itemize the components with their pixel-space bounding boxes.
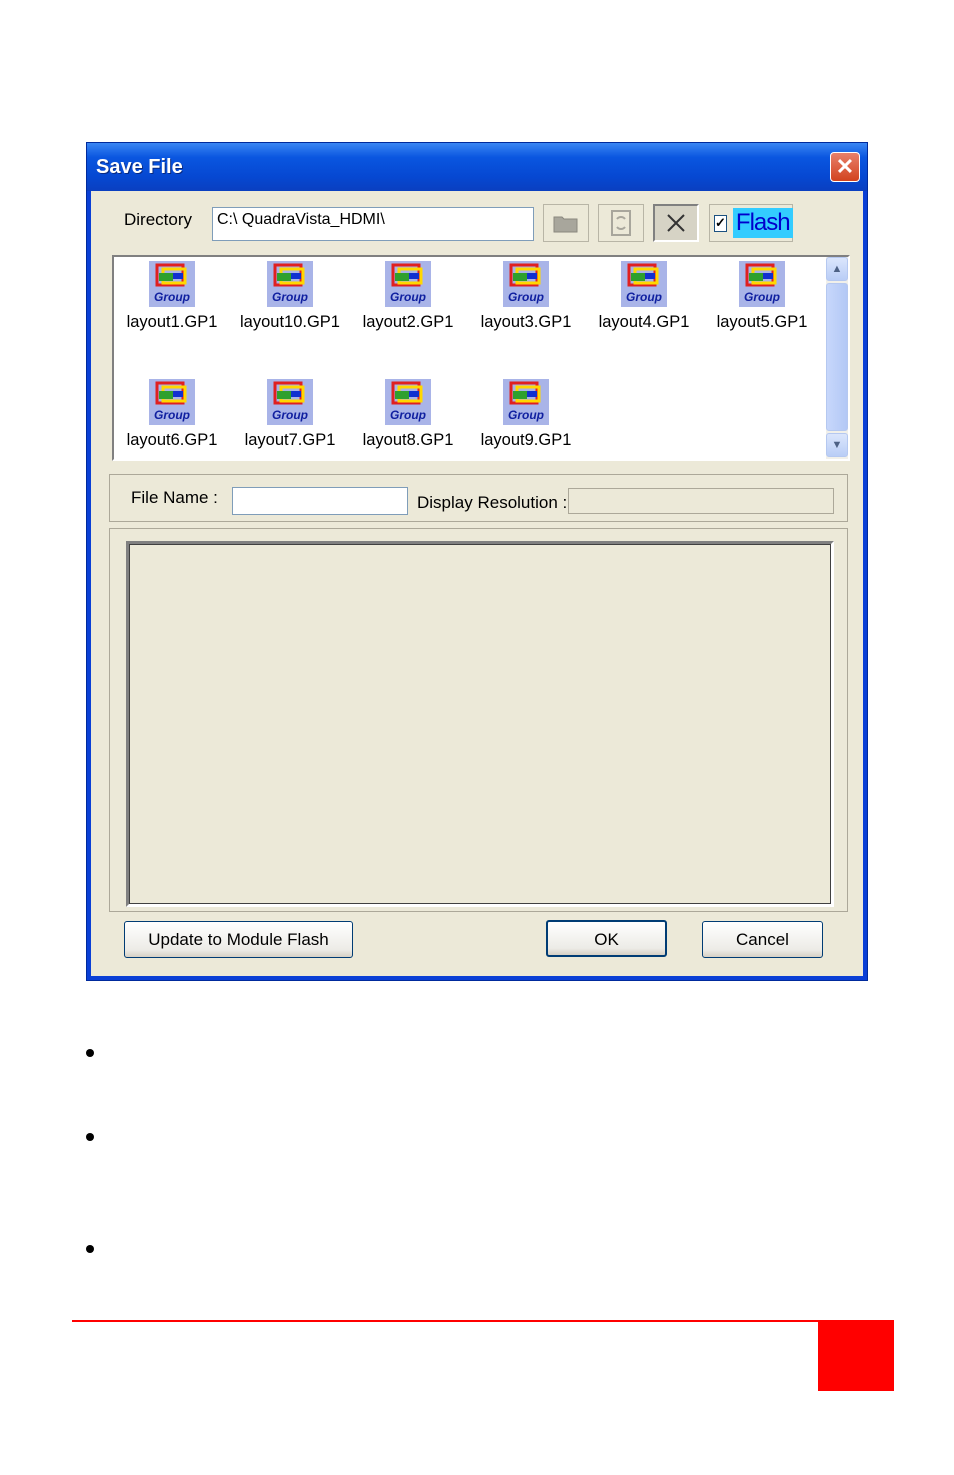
group-file-icon: Group — [385, 261, 431, 307]
dialog-title: Save File — [96, 156, 183, 178]
icon-caption: Group — [154, 290, 190, 304]
display-resolution-label: Display Resolution : — [417, 493, 568, 512]
file-name: layout3.GP1 — [480, 313, 572, 331]
icon-caption: Group — [508, 290, 544, 304]
group-file-icon: Group — [149, 379, 195, 425]
group-file-icon: Group — [149, 261, 195, 307]
file-name-label: File Name : — [131, 488, 218, 507]
file-item[interactable]: Group layout1.GP1 — [117, 261, 227, 332]
group-file-icon: Group — [267, 379, 313, 425]
cancel-button[interactable]: Cancel — [702, 921, 823, 958]
file-name: layout2.GP1 — [362, 313, 454, 331]
vertical-scrollbar[interactable]: ▲ ▼ — [826, 257, 848, 459]
page-number-box — [818, 1321, 894, 1391]
scroll-up-button[interactable]: ▲ — [826, 257, 848, 281]
icon-caption: Group — [272, 290, 308, 304]
bullet-point — [86, 1049, 94, 1057]
file-item[interactable]: Group layout7.GP1 — [235, 379, 345, 450]
ok-button[interactable]: OK — [546, 920, 667, 957]
close-button[interactable]: ✕ — [830, 152, 860, 182]
update-module-flash-button[interactable]: Update to Module Flash — [124, 921, 353, 958]
group-file-icon: Group — [267, 261, 313, 307]
file-name: layout10.GP1 — [240, 313, 340, 331]
file-name: layout5.GP1 — [716, 313, 808, 331]
group-file-icon: Group — [739, 261, 785, 307]
display-resolution-field — [568, 488, 834, 514]
directory-field[interactable]: C:\ QuadraVista_HDMI\ — [212, 207, 534, 241]
bullet-point — [86, 1245, 94, 1253]
save-file-dialog: Save File ✕ Directory C:\ QuadraVista_HD… — [86, 142, 868, 981]
group-file-icon: Group — [385, 379, 431, 425]
directory-label: Directory — [124, 210, 193, 229]
folder-icon — [553, 216, 578, 233]
scroll-down-button[interactable]: ▼ — [826, 433, 848, 457]
icon-caption: Group — [154, 408, 190, 422]
bullet-point — [86, 1133, 94, 1141]
close-x-icon — [667, 214, 685, 232]
file-name: layout9.GP1 — [480, 431, 572, 449]
group-file-icon: Group — [503, 261, 549, 307]
footer-rule — [72, 1320, 894, 1322]
refresh-button[interactable] — [598, 204, 644, 242]
icon-caption: Group — [744, 290, 780, 304]
group-file-icon: Group — [621, 261, 667, 307]
preview-area — [126, 541, 834, 907]
dialog-body: Directory C:\ QuadraVista_HDMI\ ✓ Flash … — [91, 191, 863, 976]
icon-caption: Group — [508, 408, 544, 422]
file-item[interactable]: Group layout10.GP1 — [235, 261, 345, 332]
title-bar[interactable]: Save File ✕ — [87, 143, 867, 191]
file-item[interactable]: Group layout9.GP1 — [471, 379, 581, 450]
file-name-input[interactable] — [232, 487, 408, 515]
file-name: layout4.GP1 — [598, 313, 690, 331]
file-name: layout8.GP1 — [362, 431, 454, 449]
file-name: layout1.GP1 — [126, 313, 218, 331]
flash-checkbox[interactable]: ✓ Flash — [709, 204, 793, 242]
file-item[interactable]: Group layout4.GP1 — [589, 261, 699, 332]
file-item[interactable]: Group layout8.GP1 — [353, 379, 463, 450]
icon-caption: Group — [390, 408, 426, 422]
file-name: layout7.GP1 — [244, 431, 336, 449]
flash-check-box[interactable]: ✓ — [714, 214, 727, 232]
file-list[interactable]: Group layout1.GP1 Group layout10.GP1 Group la… — [112, 255, 850, 461]
file-item[interactable]: Group layout3.GP1 — [471, 261, 581, 332]
open-folder-button[interactable] — [543, 204, 589, 242]
close-icon: ✕ — [835, 154, 855, 179]
file-item[interactable]: Group layout2.GP1 — [353, 261, 463, 332]
icon-caption: Group — [626, 290, 662, 304]
icon-caption: Group — [272, 408, 308, 422]
icon-caption: Group — [390, 290, 426, 304]
file-item[interactable]: Group layout6.GP1 — [117, 379, 227, 450]
file-item[interactable]: Group layout5.GP1 — [707, 261, 817, 332]
refresh-icon — [611, 210, 631, 236]
delete-button[interactable] — [653, 204, 699, 242]
group-file-icon: Group — [503, 379, 549, 425]
scroll-thumb[interactable] — [826, 283, 848, 431]
flash-label: Flash — [732, 208, 793, 238]
file-name: layout6.GP1 — [126, 431, 218, 449]
